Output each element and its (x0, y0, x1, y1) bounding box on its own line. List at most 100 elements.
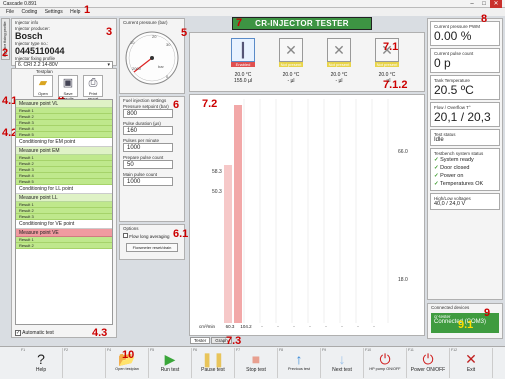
pwm-box: Current pressure PWM 0.00 % (430, 21, 500, 46)
system-status-item: ✓ Door closed (434, 165, 470, 171)
disabled-injector-icon: ✕ (279, 38, 303, 62)
annotation-7-1: 7.1 (383, 41, 399, 53)
graph-bottom-cell: 60.3 (225, 324, 235, 329)
measure-point-row[interactable]: Measure point EM (16, 147, 112, 155)
check-icon: ✓ (434, 157, 439, 163)
fkey-button-f9[interactable]: F9 ↓ Next test (321, 348, 364, 378)
injector-slot[interactable]: ┃ Enabled 20.0 °C 155.0 µl (228, 38, 258, 84)
flow-bar (224, 165, 232, 323)
flowmeter-reset-button[interactable]: Flowmeter reset/drain (126, 243, 178, 252)
fkey-button-f7[interactable]: F7 ■ Stop test (235, 348, 278, 378)
graph-bottom-cell: - (325, 324, 327, 329)
menu-bar: File Coding Settings Help (0, 8, 505, 16)
menu-help[interactable]: Help (70, 9, 80, 15)
disabled-injector-icon: ✕ (327, 38, 351, 62)
prepare-pulse-input[interactable]: 50 (123, 160, 173, 169)
fkey-icon: ▶ (164, 351, 176, 367)
testplan-list[interactable]: Measure point VL Result 1 Result 2 Result 3… (15, 99, 113, 325)
fkey-text: Open testplan (115, 367, 139, 371)
fkey-text: Next test (332, 367, 352, 373)
fkey-button-f5[interactable]: F5 ▶ Run test (149, 348, 192, 378)
fkey-button-f8[interactable]: F8 ↑ Previous test (278, 348, 321, 378)
measure-point-row[interactable]: Measure point LL (16, 194, 112, 202)
fkey-button-f10[interactable]: F10 ⏻ HP pump ON/OFF (364, 348, 407, 378)
maximize-icon[interactable]: □ (478, 0, 490, 8)
fkey-button-f1[interactable]: F1? Help (20, 348, 63, 378)
measure-point-row[interactable]: Measure point VE (16, 229, 112, 237)
minimize-icon[interactable]: – (466, 0, 478, 8)
injector-slot[interactable]: ✕ Not present 20.0 °C - µl (324, 38, 354, 84)
measure-point-row[interactable]: Measure point VL (16, 100, 112, 108)
annotation-3: 3 (106, 26, 113, 38)
save-results-button[interactable]: ▣Save results (58, 75, 78, 101)
test-status-value: Idle (434, 137, 444, 143)
pulse-duration-input[interactable]: 160 (123, 126, 173, 135)
flow-averaging-checkbox[interactable] (123, 233, 128, 238)
fkey-text: Stop test (246, 367, 266, 373)
close-icon[interactable]: ✕ (490, 0, 502, 8)
fkey-button-f6[interactable]: F6 ❚❚ Pause test (192, 348, 235, 378)
testplan-title: Testplan (36, 69, 53, 74)
graph-bottom-cell: 104.2 (240, 324, 252, 329)
annotation-9-1: 9.1 (458, 319, 474, 331)
injector-info-label: Injector info (15, 20, 39, 25)
pulses-per-minute-input[interactable]: 1000 (123, 143, 173, 152)
flow-graph-panel: 58.3 50.3 66.0 18.0 cm³/min 60.3 104.2 - - - -… (189, 94, 425, 336)
main-pulse-input[interactable]: 1000 (123, 177, 173, 186)
menu-coding[interactable]: Coding (21, 9, 37, 15)
save-icon: ▣ (62, 77, 74, 89)
menu-file[interactable]: File (6, 9, 14, 15)
pressure-gauge-panel: Current pressure (bar) 10 20 30 2000 bar… (119, 18, 185, 94)
graph-right-label: 18.0 (398, 277, 408, 283)
conditioning-row[interactable]: Conditioning for EM point (16, 138, 112, 147)
fkey-button-f11[interactable]: F11 ⏻ Power ON/OFF (407, 348, 450, 378)
fkey-text: Run test (160, 367, 180, 373)
print-report-button[interactable]: ⎙Print report (83, 75, 103, 101)
automatic-test-label: Automatic test (22, 330, 54, 336)
system-status-item: ✓ System ready (434, 157, 474, 163)
voltage-value: 40,0 / 24,0 V (434, 201, 466, 207)
flow-overflow-value: 20,1 / 20,3 (434, 110, 491, 124)
open-testplan-button[interactable]: ▰ Open (33, 75, 53, 97)
annotation-9: 9 (484, 307, 491, 319)
conditioning-row[interactable]: Conditioning for LL point (16, 185, 112, 194)
flow-graph: 58.3 50.3 66.0 18.0 (212, 99, 408, 323)
menu-settings[interactable]: Settings (45, 9, 63, 15)
gauge-title: Current pressure (bar) (123, 20, 168, 25)
graph-bottom-row: cm³/min 60.3 104.2 - - - - - - - - (192, 324, 424, 332)
gauge-unit: bar (158, 64, 164, 69)
fkey-icon: ■ (251, 351, 261, 367)
automatic-test-checkbox[interactable]: ✓ (15, 330, 21, 336)
fkey-icon: ⏻ (379, 351, 391, 367)
testplan-items: Measure point VL Result 1 Result 2 Result 3… (16, 100, 112, 249)
annotation-7-2: 7.2 (202, 98, 218, 110)
annotation-6-1: 6.1 (173, 228, 189, 240)
producer-value: Bosch (15, 31, 43, 41)
graph-bottom-cell: - (293, 324, 295, 329)
tank-temp-value: 20.5 ºC (434, 83, 474, 97)
injector-icon: ┃ (231, 38, 255, 62)
window-title-bar: Cascade 0.891 (0, 0, 505, 8)
pulse-count-value: 0 p (434, 56, 451, 70)
annotation-4-3: 4.3 (92, 327, 108, 339)
fkey-button-f12[interactable]: F12 ✕ Exit (450, 348, 493, 378)
gauge-tick: 20 (152, 34, 157, 39)
annotation-6: 6 (173, 99, 180, 111)
graph-bottom-cell: - (277, 324, 279, 329)
annotation-7-1-2: 7.1.2 (383, 79, 408, 91)
folder-icon: ▰ (38, 77, 48, 89)
pressure-setpoint-input[interactable]: 800 (123, 109, 173, 118)
check-icon: ✓ (434, 165, 439, 171)
injector-slot[interactable]: ✕ Not present 20.0 °C - µl (276, 38, 306, 84)
conditioning-row[interactable]: Conditioning for VE point (16, 220, 112, 229)
result-row[interactable]: Result 2 (16, 243, 112, 249)
annotation-1: 1 (84, 4, 91, 16)
fkey-icon: ✕ (465, 351, 477, 367)
gauge-tick: 30 (166, 42, 171, 47)
tab-tester[interactable]: Tester (190, 337, 211, 344)
fkey-text: HP pump ON/OFF (369, 367, 401, 371)
fkey-button-f2[interactable]: F2 (63, 348, 106, 378)
injector-state: Enabled (231, 62, 255, 67)
annotation-2: 2 (2, 47, 9, 59)
pressure-gauge: 10 20 30 2000 bar 0 (125, 31, 179, 85)
